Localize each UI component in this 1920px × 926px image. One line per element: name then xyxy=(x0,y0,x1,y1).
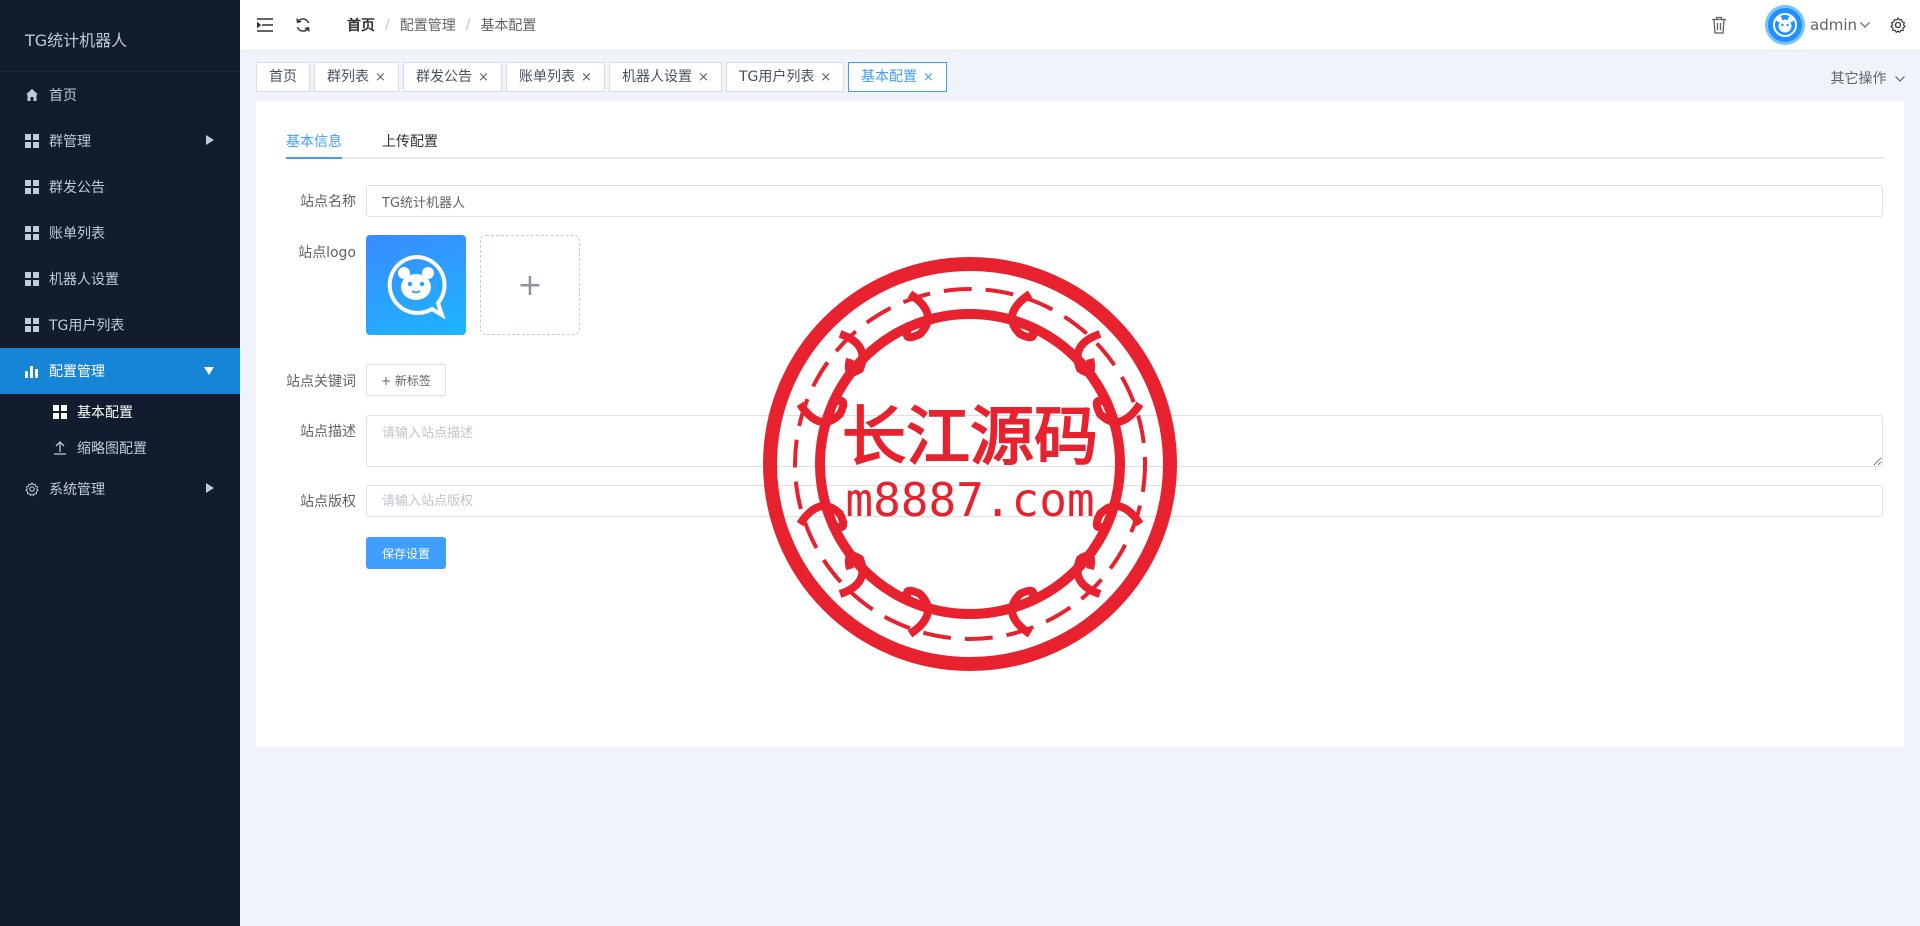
avatar[interactable] xyxy=(1765,5,1805,45)
sidebar-item-tg-users[interactable]: TG用户列表 xyxy=(0,302,240,348)
sidebar-item-broadcast[interactable]: 群发公告 xyxy=(0,164,240,210)
grid-icon xyxy=(53,405,67,419)
caret-right-icon xyxy=(206,133,214,149)
bar-chart-icon xyxy=(25,364,39,378)
breadcrumb-item: 配置管理 xyxy=(399,18,456,34)
tag-broadcast[interactable]: 群发公告 × xyxy=(403,62,502,92)
grid-icon xyxy=(25,318,39,332)
sidebar-item-label: 机器人设置 xyxy=(49,272,119,288)
sidebar-item-label: 配置管理 xyxy=(49,364,105,380)
tag-label: 首页 xyxy=(269,69,297,85)
user-menu[interactable]: admin xyxy=(1810,16,1870,34)
close-icon[interactable]: × xyxy=(923,70,934,85)
user-name: admin xyxy=(1810,16,1857,34)
top-navbar: 首页 / 配置管理 / 基本配置 admin xyxy=(240,0,1920,50)
config-card: 基本信息 上传配置 站点名称 站点logo + 站点关键词 + 新标签 站点描述… xyxy=(256,101,1904,747)
sidebar-subitem-label: 基本配置 xyxy=(77,405,133,421)
caret-down-icon xyxy=(204,363,214,379)
tag-bot-settings[interactable]: 机器人设置 × xyxy=(609,62,722,92)
keywords-label: 站点关键词 xyxy=(286,374,356,390)
sidebar-item-config-management[interactable]: 配置管理 xyxy=(0,348,240,394)
description-textarea[interactable] xyxy=(366,415,1883,467)
description-label: 站点描述 xyxy=(300,424,356,440)
tag-basic-config[interactable]: 基本配置 × xyxy=(848,62,947,92)
sidebar-item-label: 群发公告 xyxy=(49,180,105,196)
app-title: TG统计机器人 xyxy=(0,0,240,72)
more-operations-label: 其它操作 xyxy=(1830,71,1887,87)
sidebar-item-label: 首页 xyxy=(49,88,77,104)
close-icon[interactable]: × xyxy=(478,70,489,85)
tag-label: 账单列表 xyxy=(519,69,575,85)
hamburger-icon[interactable] xyxy=(255,15,275,35)
home-icon xyxy=(25,88,39,102)
site-name-input[interactable] xyxy=(366,185,1883,217)
chevron-down-icon xyxy=(1895,76,1905,82)
site-logo-image[interactable] xyxy=(366,235,466,335)
sidebar-subitem-thumbnail-config[interactable]: 缩略图配置 xyxy=(0,430,240,466)
sidebar-item-label: TG用户列表 xyxy=(49,318,125,334)
breadcrumb-separator: / xyxy=(465,17,471,33)
sidebar-item-home[interactable]: 首页 xyxy=(0,72,240,118)
sidebar-item-label: 账单列表 xyxy=(49,226,105,242)
sidebar-item-bot-settings[interactable]: 机器人设置 xyxy=(0,256,240,302)
grid-icon xyxy=(25,180,39,194)
sidebar-item-bills[interactable]: 账单列表 xyxy=(0,210,240,256)
close-icon[interactable]: × xyxy=(375,70,386,85)
logo-upload-button[interactable]: + xyxy=(480,235,580,335)
breadcrumb: 首页 / 配置管理 / 基本配置 xyxy=(347,15,536,35)
tag-label: 群列表 xyxy=(327,69,369,85)
panda-logo-icon xyxy=(387,254,447,320)
tab-basic-info[interactable]: 基本信息 xyxy=(286,131,342,151)
sidebar-item-group-management[interactable]: 群管理 xyxy=(0,118,240,164)
sidebar: TG统计机器人 首页 群管理 群发公告 账单列表 机器人设置 TG用户列表 配置… xyxy=(0,0,240,926)
sidebar-item-label: 群管理 xyxy=(49,134,91,150)
tag-home[interactable]: 首页 xyxy=(256,62,310,92)
grid-icon xyxy=(25,226,39,240)
upload-icon xyxy=(53,441,67,455)
sidebar-item-label: 系统管理 xyxy=(49,482,105,498)
trash-icon[interactable] xyxy=(1709,15,1729,35)
copyright-input[interactable] xyxy=(366,485,1883,517)
chevron-down-icon xyxy=(1860,22,1870,28)
more-operations-dropdown[interactable]: 其它操作 xyxy=(1831,68,1905,88)
tag-label: 群发公告 xyxy=(416,69,472,85)
site-logo-label: 站点logo xyxy=(298,245,356,261)
close-icon[interactable]: × xyxy=(698,70,709,85)
close-icon[interactable]: × xyxy=(820,70,831,85)
new-tag-button[interactable]: + 新标签 xyxy=(366,364,446,396)
tag-label: TG用户列表 xyxy=(739,69,815,85)
breadcrumb-separator: / xyxy=(385,17,390,33)
breadcrumb-item: 基本配置 xyxy=(480,18,537,34)
tag-tg-users[interactable]: TG用户列表 × xyxy=(726,62,845,92)
sidebar-subitem-basic-config[interactable]: 基本配置 xyxy=(0,394,240,430)
tag-group-list[interactable]: 群列表 × xyxy=(314,62,399,92)
close-icon[interactable]: × xyxy=(581,70,592,85)
sidebar-item-system-management[interactable]: 系统管理 xyxy=(0,466,240,512)
config-tabs: 基本信息 上传配置 xyxy=(286,121,1884,159)
sidebar-subitem-label: 缩略图配置 xyxy=(77,441,147,457)
tag-label: 机器人设置 xyxy=(622,69,692,85)
grid-icon xyxy=(25,272,39,286)
breadcrumb-item[interactable]: 首页 xyxy=(347,15,375,35)
plus-icon: + xyxy=(517,267,543,303)
tag-bills[interactable]: 账单列表 × xyxy=(506,62,605,92)
grid-icon xyxy=(25,134,39,148)
settings-gear-icon[interactable] xyxy=(1888,15,1908,35)
save-settings-button[interactable]: 保存设置 xyxy=(366,537,447,569)
tab-active-bar xyxy=(286,157,342,159)
site-name-label: 站点名称 xyxy=(300,194,356,210)
gear-icon xyxy=(25,481,39,497)
caret-right-icon xyxy=(206,481,214,497)
tag-label: 基本配置 xyxy=(861,69,917,85)
refresh-icon[interactable] xyxy=(293,15,313,35)
copyright-label: 站点版权 xyxy=(300,494,356,510)
tab-upload-config[interactable]: 上传配置 xyxy=(382,131,438,151)
tags-view: 首页 群列表 × 群发公告 × 账单列表 × 机器人设置 × TG用户列表 × 基本配置 ×… xyxy=(240,50,1920,101)
